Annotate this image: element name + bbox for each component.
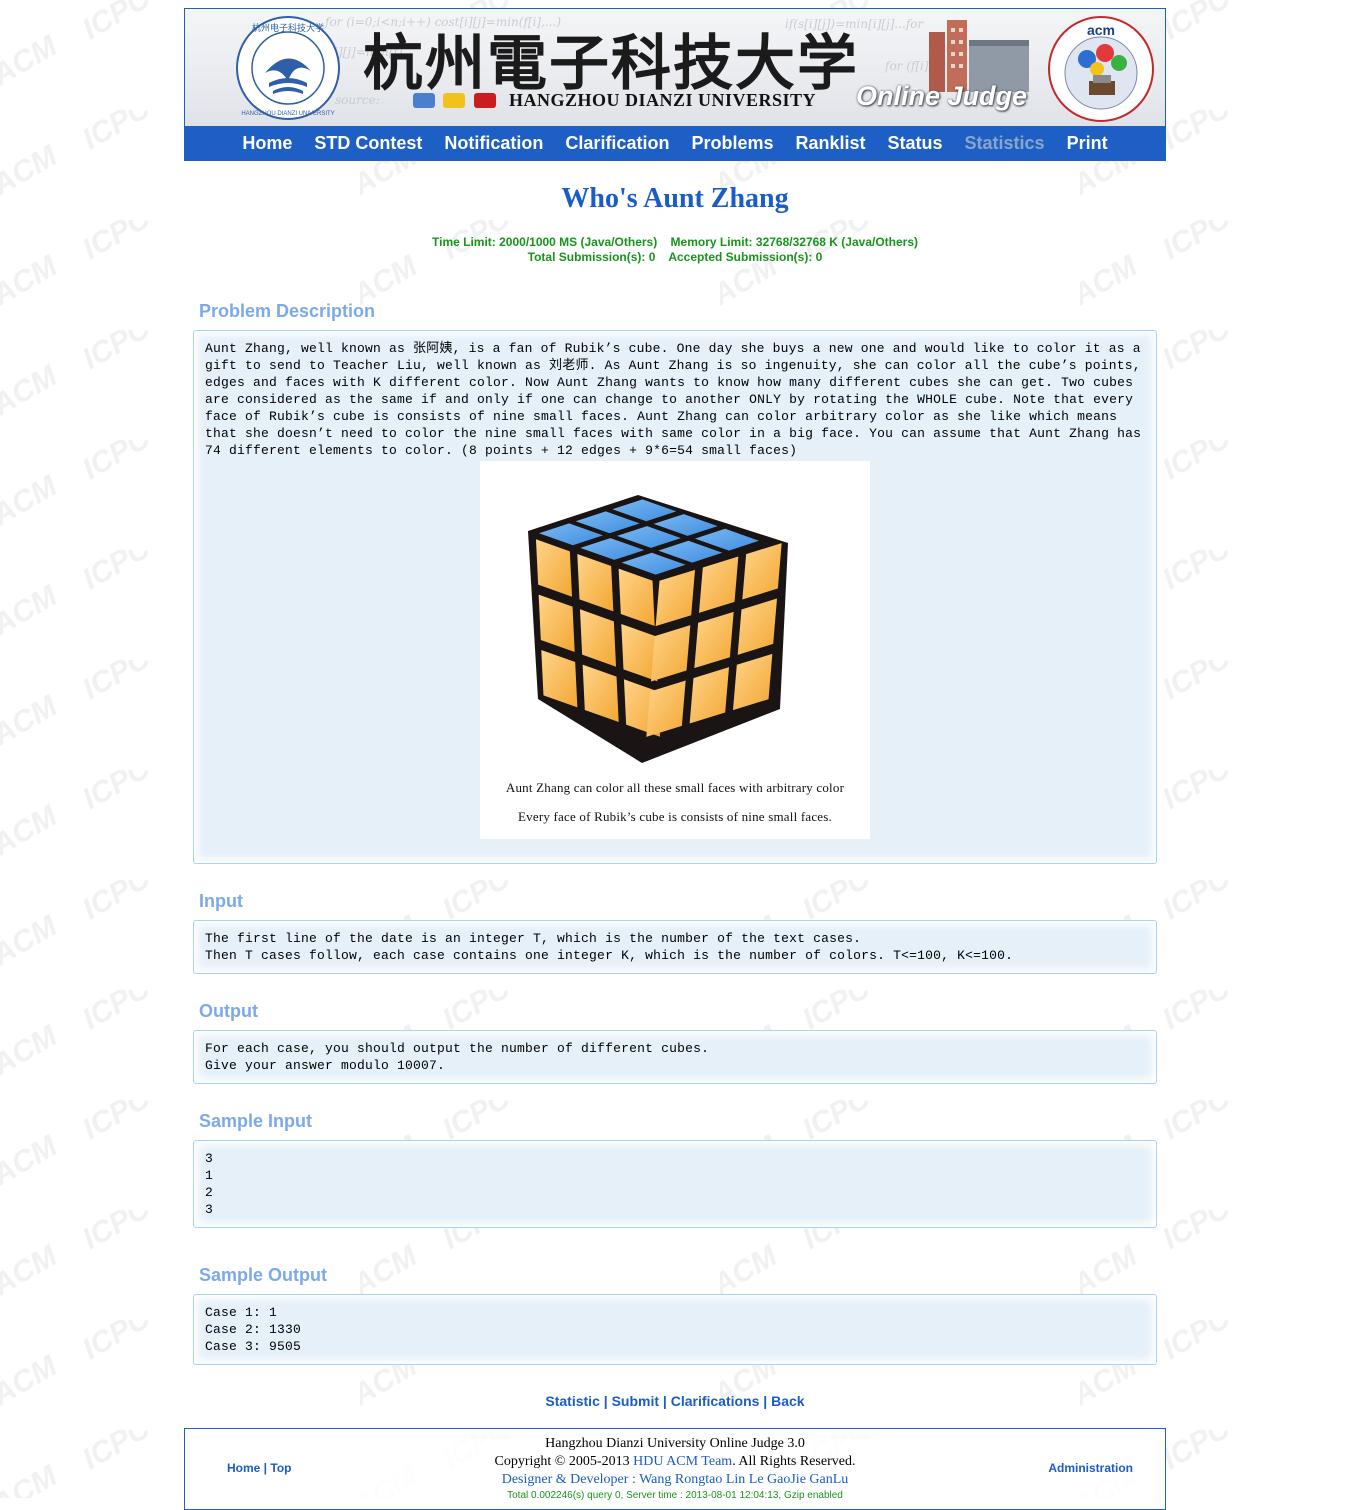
- figure-caption-1: Aunt Zhang can color all these small fac…: [505, 780, 845, 795]
- page-container: for (i=0;i<n;i++) cost[i][j]=min(f[i],..…: [184, 8, 1166, 1510]
- nav-notification[interactable]: Notification: [444, 133, 543, 154]
- footer-copyright: Copyright © 2005-2013 HDU ACM Team. All …: [185, 1453, 1165, 1471]
- university-name: HANGZHOU DIANZI UNIVERSITY: [509, 90, 817, 110]
- nav-clarification[interactable]: Clarification: [565, 133, 669, 154]
- nav-problems[interactable]: Problems: [691, 133, 773, 154]
- designer-names: Wang Rongtao Lin Le GaoJie GanLu: [639, 1472, 849, 1487]
- svg-text:杭州电子科技大学: 杭州电子科技大学: [252, 22, 324, 34]
- trophy-icon: [443, 93, 466, 108]
- main-navigation: Home STD Contest Notification Clarificat…: [184, 126, 1166, 161]
- rubiks-cube-figure: Aunt Zhang can color all these small fac…: [480, 461, 870, 839]
- clarifications-link[interactable]: Clarifications: [671, 1393, 760, 1409]
- description-heading: Problem Description: [199, 301, 376, 321]
- nav-ranklist[interactable]: Ranklist: [795, 133, 865, 154]
- server-time: Total 0.002246(s) query 0, Server time :…: [507, 1490, 843, 1501]
- problem-actions: Statistic | Submit | Clarifications | Ba…: [184, 1393, 1166, 1409]
- nav-status[interactable]: Status: [888, 133, 943, 154]
- university-seal-logo: 杭州电子科技大学 HANGZHOU DIANZI UNIVERSITY: [236, 16, 340, 120]
- team-link[interactable]: HDU ACM Team: [633, 1454, 732, 1469]
- nav-statistics[interactable]: Statistics: [965, 133, 1045, 154]
- nav-home[interactable]: Home: [242, 133, 292, 154]
- sample-output-heading: Sample Output: [199, 1265, 328, 1285]
- statistic-link[interactable]: Statistic: [545, 1393, 599, 1409]
- description-panel: Aunt Zhang, well known as 张阿姨, is a fan …: [193, 330, 1157, 864]
- nav-print[interactable]: Print: [1067, 133, 1108, 154]
- footer-info: Hangzhou Dianzi University Online Judge …: [185, 1435, 1165, 1502]
- folder-icon: [413, 93, 435, 108]
- online-judge-label: Online Judge: [856, 81, 1028, 111]
- problem-title: Who's Aunt Zhang: [561, 183, 789, 214]
- input-panel: The first line of the date is an integer…: [193, 920, 1157, 974]
- figure-caption-2: Every face of Rubik’s cube is consists o…: [518, 809, 832, 824]
- rubiks-cube-image: [528, 495, 788, 763]
- sample-input-heading: Sample Input: [199, 1111, 313, 1131]
- mini-icons: [413, 93, 500, 113]
- problem-limits: Time Limit: 2000/1000 MS (Java/Others) M…: [184, 235, 1166, 265]
- limits-line: Time Limit: 2000/1000 MS (Java/Others) M…: [432, 235, 918, 249]
- chinese-university-title: 杭州電子科技大学: [363, 29, 859, 99]
- link-separator: |: [599, 1393, 612, 1409]
- copyright-suffix: . All Rights Reserved.: [732, 1454, 856, 1469]
- input-heading: Input: [199, 891, 243, 911]
- submit-link[interactable]: Submit: [612, 1393, 659, 1409]
- footer-designers: Designer & Developer : Wang Rongtao Lin …: [185, 1471, 1165, 1489]
- designer-label[interactable]: Designer & Developer: [502, 1472, 629, 1487]
- footer-version: Hangzhou Dianzi University Online Judge …: [545, 1436, 805, 1451]
- designer-separator: :: [628, 1472, 640, 1487]
- apple-icon: [473, 93, 496, 108]
- link-separator: |: [759, 1393, 772, 1409]
- link-separator: |: [659, 1393, 671, 1409]
- nav-std-contest[interactable]: STD Contest: [314, 133, 422, 154]
- administration-link[interactable]: Administration: [1048, 1461, 1133, 1475]
- submissions-line: Total Submission(s): 0 Accepted Submissi…: [527, 250, 823, 264]
- sample-output-panel: Case 1: 1 Case 2: 1330 Case 3: 9505: [193, 1294, 1157, 1365]
- acm-icpc-logo: acm: [1048, 16, 1154, 122]
- back-link[interactable]: Back: [771, 1393, 804, 1409]
- site-banner: for (i=0;i<n;i++) cost[i][j]=min(f[i],..…: [184, 8, 1166, 126]
- sample-input-panel: 3 1 2 3: [193, 1140, 1157, 1228]
- copyright-prefix: Copyright © 2005-2013: [494, 1454, 634, 1469]
- output-panel: For each case, you should output the num…: [193, 1030, 1157, 1084]
- description-text: Aunt Zhang, well known as 张阿姨, is a fan …: [205, 341, 1150, 458]
- svg-text:acm: acm: [1087, 22, 1115, 38]
- svg-text:HANGZHOU DIANZI UNIVERSITY: HANGZHOU DIANZI UNIVERSITY: [241, 111, 334, 117]
- output-heading: Output: [199, 1001, 258, 1021]
